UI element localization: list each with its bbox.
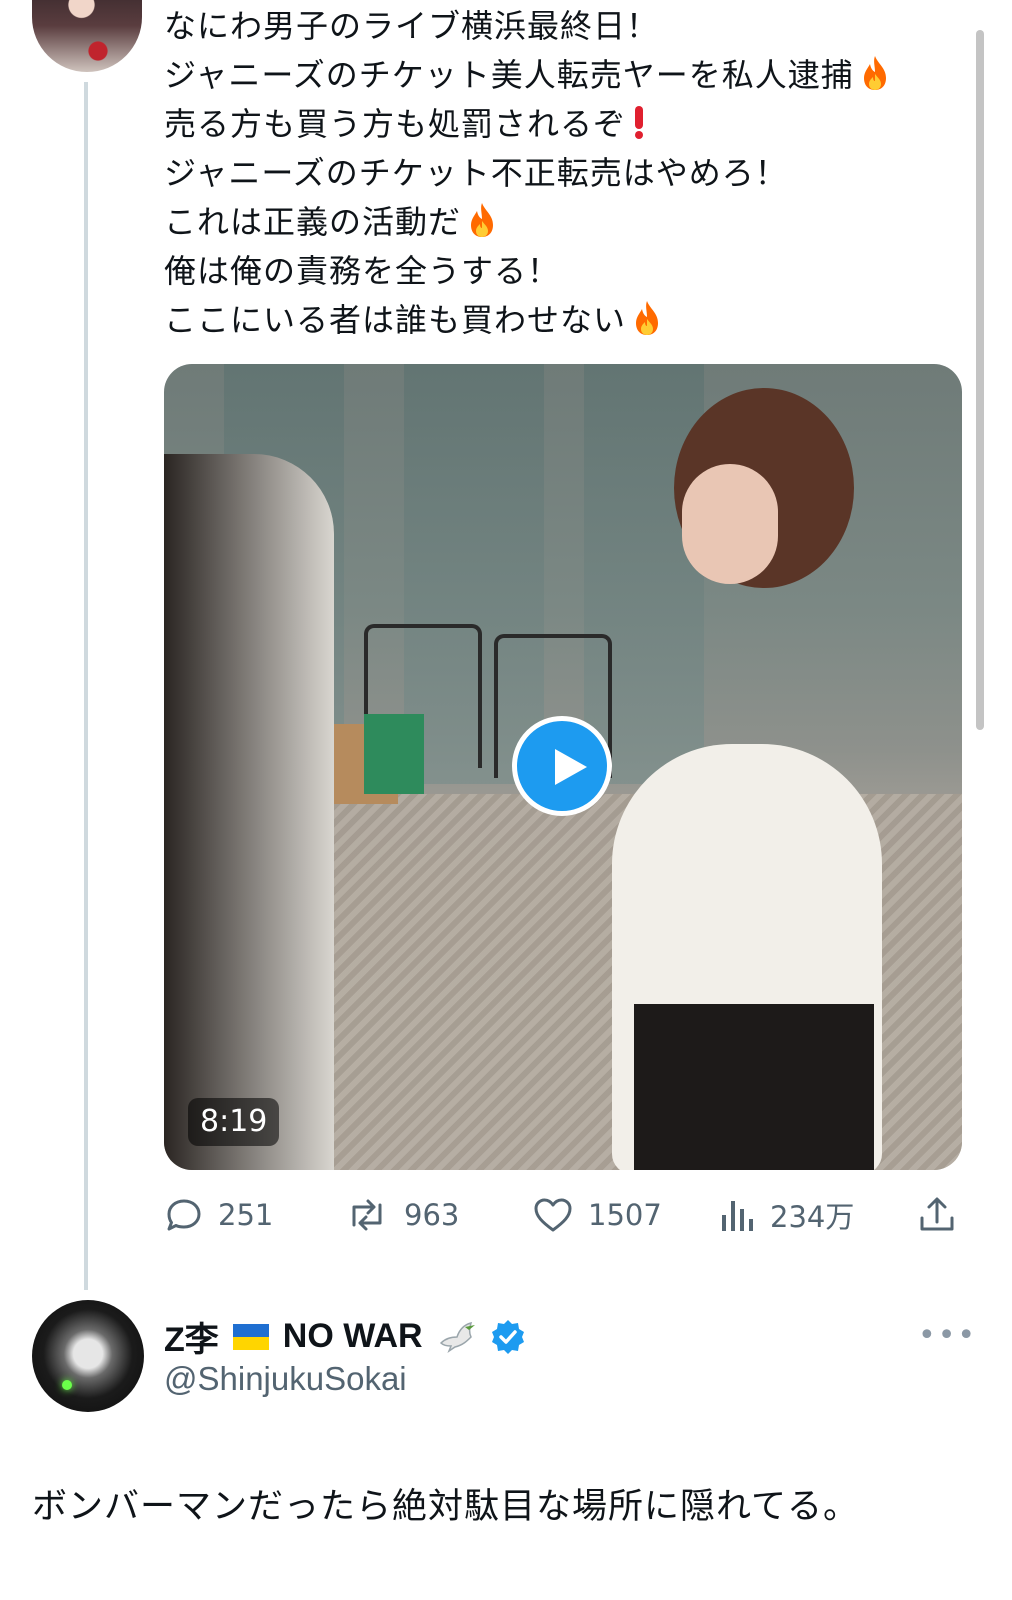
- retweet-count: 963: [404, 1198, 460, 1232]
- tweet-line-7: ここにいる者は誰も買わせない: [164, 296, 964, 345]
- tweet-line-4: ジャニーズのチケット不正転売はやめろ！: [164, 154, 788, 192]
- share-action[interactable]: [916, 1190, 972, 1240]
- tweet-line-2: ジャニーズのチケット美人転売ヤーを私人逮捕: [164, 51, 964, 100]
- reply-icon: [167, 1199, 201, 1231]
- red-exclamation-icon: [635, 106, 644, 139]
- fire-icon: [471, 203, 494, 237]
- play-icon: [555, 749, 587, 785]
- reply-name-suffix: NO WAR: [282, 1317, 423, 1355]
- reply-action[interactable]: 251: [164, 1190, 273, 1240]
- tweet-text: なにわ男子のライブ横浜最終日！ ジャニーズのチケット美人転売ヤーを私人逮捕 売る…: [164, 2, 964, 345]
- reply-author-handle[interactable]: @ShinjukuSokai: [164, 1360, 407, 1398]
- view-count: 234万: [770, 1200, 855, 1234]
- verified-badge-icon: [491, 1319, 524, 1354]
- tweet-action-bar: 251 963 1507 234万: [164, 1190, 964, 1240]
- tweet-line-3: 売る方も買う方も処罰されるぞ: [164, 100, 964, 149]
- video-duration: 8:19: [188, 1098, 280, 1146]
- views-action[interactable]: 234万: [718, 1190, 854, 1240]
- retweet-icon: [352, 1199, 382, 1231]
- dove-icon: [439, 1321, 475, 1353]
- heart-icon: [534, 1198, 572, 1232]
- thread-connector-line: [84, 82, 88, 1290]
- like-count: 1507: [588, 1198, 662, 1232]
- video-scene-face: [682, 464, 778, 584]
- video-scene-person: [164, 454, 334, 1170]
- video-scene-bag: [364, 714, 424, 794]
- tweet-line-1: なにわ男子のライブ横浜最終日！: [164, 7, 660, 45]
- reply-text: ボンバーマンだったら絶対駄目な場所に隠れてる。: [32, 1487, 859, 1527]
- retweet-action[interactable]: 963: [344, 1190, 459, 1240]
- like-action[interactable]: 1507: [532, 1190, 662, 1240]
- reply-author-name[interactable]: Z李 NO WAR: [164, 1312, 527, 1361]
- scrollbar[interactable]: [976, 30, 984, 730]
- video-scene-skirt: [634, 1004, 874, 1170]
- share-icon: [920, 1197, 954, 1231]
- more-options-button[interactable]: •••: [918, 1318, 977, 1353]
- tweet-line-5: これは正義の活動だ: [164, 198, 964, 247]
- author-avatar[interactable]: [32, 0, 142, 72]
- ukraine-flag-icon: [232, 1323, 269, 1350]
- reply-author-avatar[interactable]: [32, 1300, 144, 1412]
- fire-icon: [636, 301, 659, 335]
- avatar-detail: [62, 1380, 72, 1390]
- tweet-line-6: 俺は俺の責務を全うする！: [164, 252, 561, 290]
- fire-icon: [863, 56, 886, 90]
- play-button[interactable]: [512, 716, 612, 816]
- reply-count: 251: [218, 1198, 274, 1232]
- analytics-icon: [722, 1201, 753, 1231]
- reply-name-prefix: Z李: [164, 1321, 219, 1359]
- video-player[interactable]: 8:19: [164, 364, 962, 1170]
